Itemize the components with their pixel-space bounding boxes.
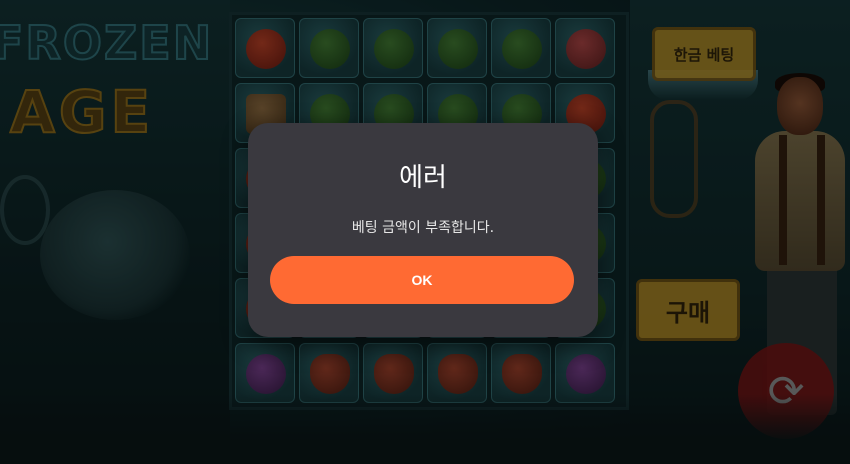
ok-button[interactable]: OK: [270, 256, 574, 304]
dialog-message: 베팅 금액이 부족합니다.: [351, 220, 495, 236]
error-dialog: 에러 베팅 금액이 부족합니다. OK: [248, 123, 598, 337]
dialog-title: 에러: [399, 163, 447, 193]
